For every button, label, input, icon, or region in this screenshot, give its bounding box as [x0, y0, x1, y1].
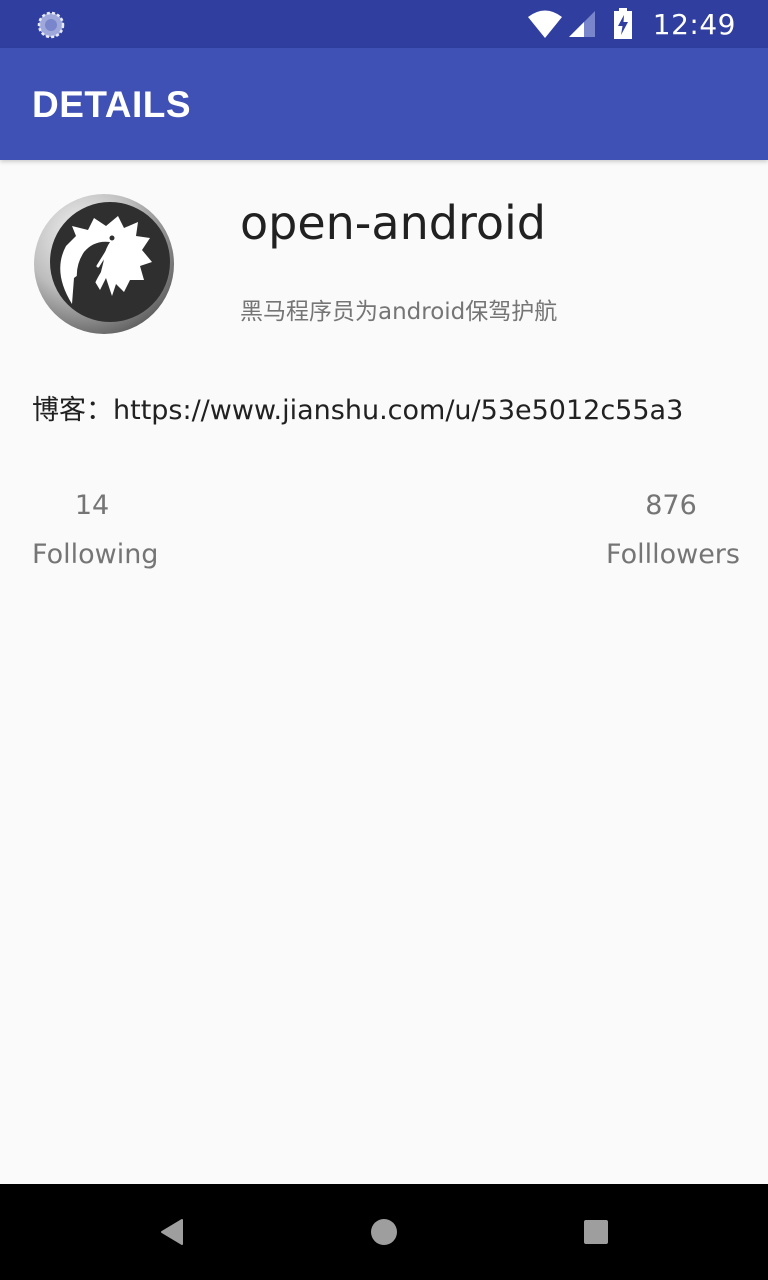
status-icons: 12:49	[527, 0, 768, 48]
page-title: DETAILS	[32, 84, 192, 125]
back-triangle-icon[interactable]	[152, 1212, 192, 1252]
profile-description: 黑马程序员为android保驾护航	[240, 299, 558, 325]
navigation-bar	[0, 1184, 768, 1280]
loading-icon	[37, 11, 65, 39]
home-circle-icon[interactable]	[364, 1212, 404, 1252]
following-count: 14	[74, 490, 110, 521]
screen: 12:49 DETAILS open-android 黑马程序员为android…	[0, 0, 768, 1280]
app-bar: DETAILS	[0, 48, 768, 160]
status-bar: 12:49	[0, 0, 768, 48]
dragon-logo-icon	[34, 194, 174, 334]
battery-charging-icon	[613, 8, 632, 39]
following-label: Following	[32, 539, 159, 570]
followers-label: Folllowers	[606, 539, 740, 570]
profile-name: open-android	[240, 196, 546, 250]
signal-icon	[568, 11, 595, 37]
followers-count: 876	[645, 490, 697, 521]
status-time: 12:49	[652, 7, 736, 41]
blog-line: 博客：https://www.jianshu.com/u/53e5012c55a…	[32, 388, 683, 427]
wifi-icon	[527, 10, 562, 38]
following-stat[interactable]: 14 Following	[32, 490, 159, 570]
blog-url-link[interactable]: https://www.jianshu.com/u/53e5012c55a3	[113, 395, 683, 426]
recents-square-icon[interactable]	[576, 1212, 616, 1252]
blog-label: 博客：	[32, 395, 113, 426]
followers-stat[interactable]: 876 Folllowers	[606, 490, 740, 570]
